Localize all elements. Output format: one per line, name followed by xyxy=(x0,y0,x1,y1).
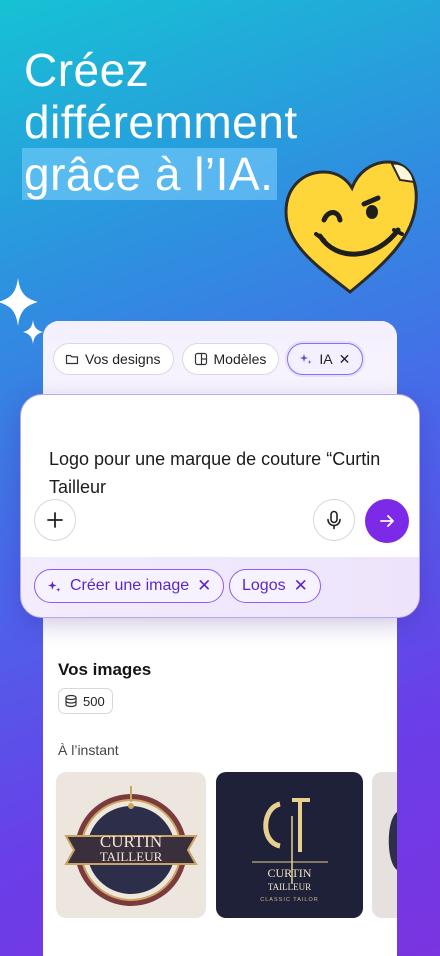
suggestion-strip: Créer une image ✕ Logos ✕ xyxy=(21,557,419,617)
thumb-1-line-2: TAILLEUR xyxy=(100,849,163,864)
credits-badge: 500 xyxy=(58,688,113,714)
chip-templates-label: Modèles xyxy=(213,351,267,367)
thumb-2-line-2: TAILLEUR xyxy=(268,882,311,892)
winking-smiley-sticker-icon xyxy=(284,160,418,294)
thumb-2-line-1: CURTIN xyxy=(268,866,312,880)
microphone-button[interactable] xyxy=(313,499,355,541)
tag-logos-label: Logos xyxy=(242,577,286,594)
image-thumbnail[interactable]: CURTIN TAILLEUR CLASSIC TAILOR xyxy=(216,772,363,918)
prompt-card: Logo pour une marque de couture “Curtin … xyxy=(20,394,420,618)
chip-templates[interactable]: Modèles xyxy=(181,343,280,375)
chip-your-designs-label: Vos designs xyxy=(85,351,161,367)
tag-logos[interactable]: Logos ✕ xyxy=(229,569,321,603)
magic-sparkle-icon xyxy=(300,354,312,364)
microphone-icon xyxy=(327,510,341,530)
magic-sparkle-icon xyxy=(48,580,61,592)
add-button[interactable] xyxy=(34,499,76,541)
coin-stack-icon xyxy=(65,694,77,708)
section-title: Vos images xyxy=(58,660,152,679)
logo-preview-image: CURTIN TAILLEUR CLASSIC TAILOR xyxy=(216,772,363,918)
chip-your-designs[interactable]: Vos designs xyxy=(53,343,174,375)
chip-ai-label: IA xyxy=(319,351,333,367)
logo-preview-image xyxy=(372,772,397,918)
hero-headline: Créez différemment grâce à l’IA. xyxy=(22,44,298,200)
chip-ai[interactable]: IA ✕ xyxy=(287,343,364,375)
sparkle-icon xyxy=(0,278,43,344)
headline-line-2: différemment xyxy=(24,96,298,148)
tag-create-image[interactable]: Créer une image ✕ xyxy=(34,569,225,603)
arrow-right-icon xyxy=(380,515,394,527)
tag-create-image-label: Créer une image xyxy=(70,577,190,594)
headline-line-3: grâce à l’IA. xyxy=(22,148,278,200)
chip-ai-close-icon[interactable]: ✕ xyxy=(339,351,351,368)
image-thumbnail[interactable] xyxy=(372,772,397,918)
timestamp-label: À l’instant xyxy=(58,742,119,758)
plus-icon xyxy=(47,512,63,528)
prompt-input[interactable]: Logo pour une marque de couture “Curtin … xyxy=(49,445,399,501)
headline-line-1: Créez xyxy=(24,44,150,96)
filter-bar: Vos designs Modèles IA ✕ xyxy=(43,321,397,393)
close-icon[interactable]: ✕ xyxy=(197,576,211,596)
image-thumbnail[interactable]: CURTIN TAILLEUR xyxy=(56,772,206,918)
close-icon[interactable]: ✕ xyxy=(294,576,308,596)
send-button[interactable] xyxy=(365,499,409,543)
credits-count: 500 xyxy=(83,693,105,709)
template-icon xyxy=(194,352,207,366)
thumb-2-tagline: CLASSIC TAILOR xyxy=(260,897,318,903)
folder-icon xyxy=(65,354,79,365)
logo-preview-image: CURTIN TAILLEUR xyxy=(56,772,206,918)
